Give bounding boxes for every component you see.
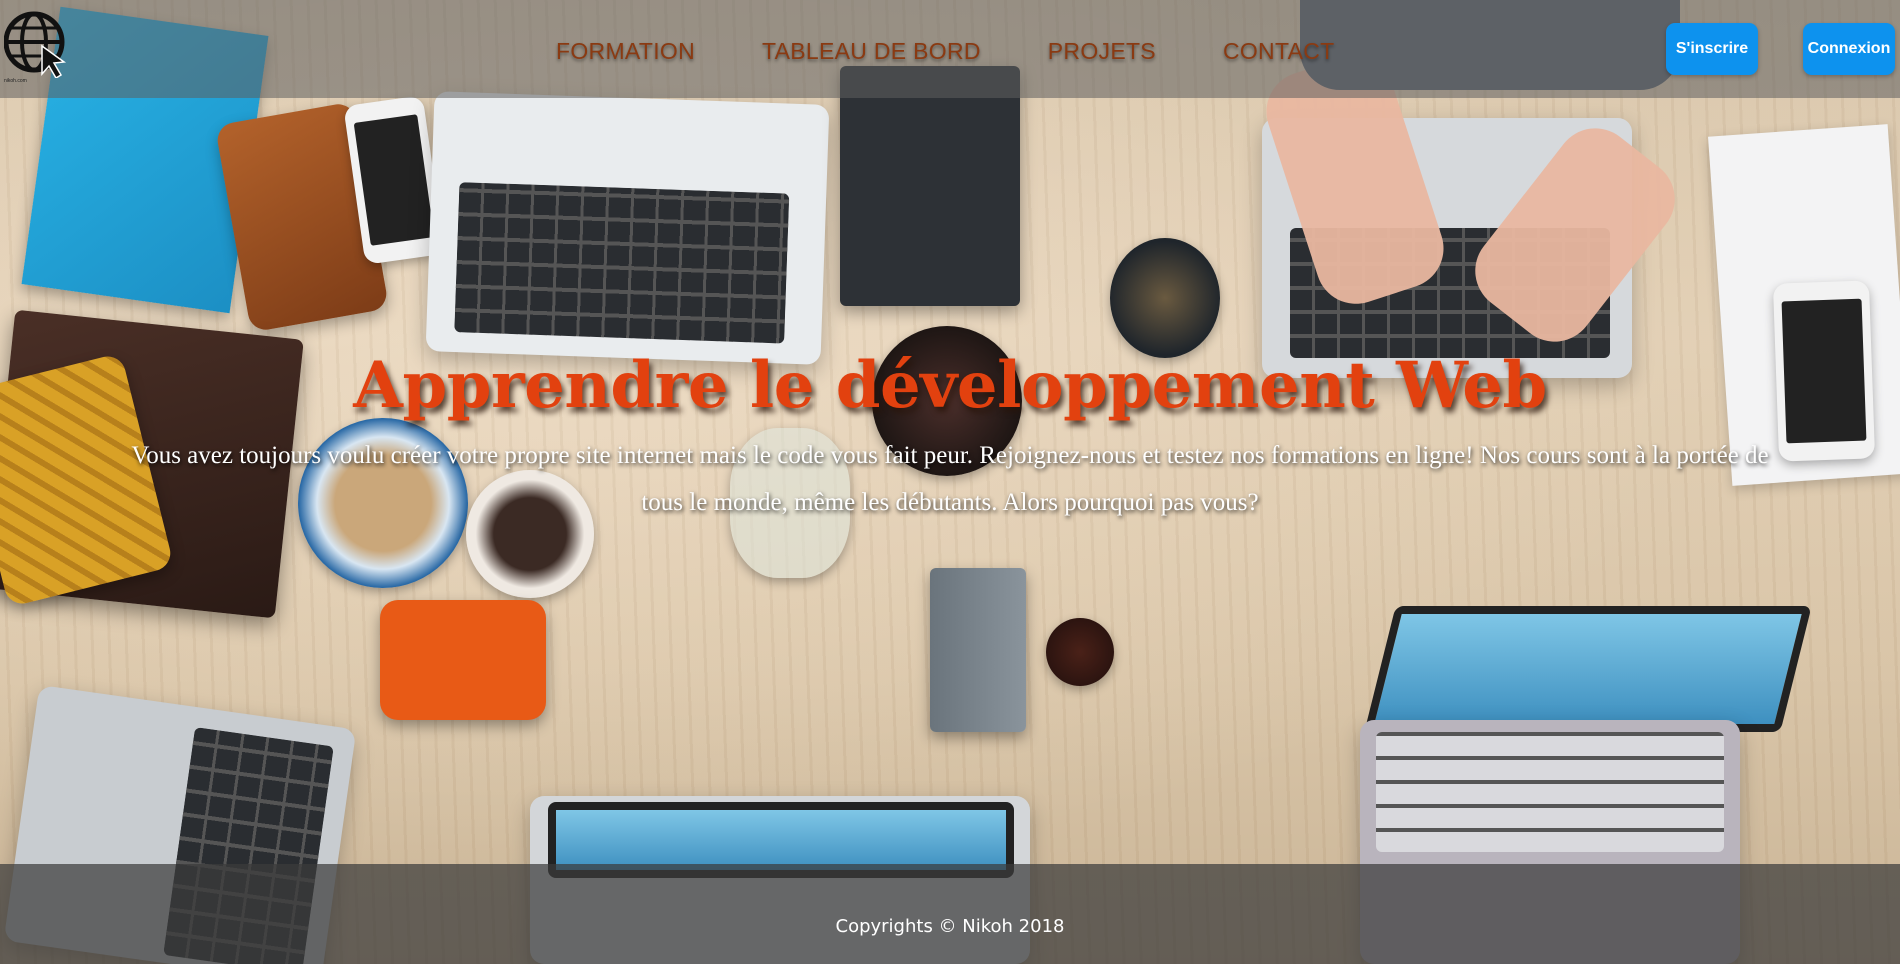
navbar: nikoh.com FORMATION TABLEAU DE BORD PROJ… — [0, 0, 1900, 98]
hero-title: Apprendre le développement Web — [353, 348, 1547, 423]
logo-caption: nikoh.com — [4, 78, 27, 84]
grey-drive-image — [930, 568, 1026, 732]
page: nikoh.com FORMATION TABLEAU DE BORD PROJ… — [0, 0, 1900, 964]
hero-text: Vous avez toujours voulu créer votre pro… — [131, 442, 1769, 516]
signup-button[interactable]: S'inscrire — [1666, 23, 1758, 75]
nav-links: FORMATION TABLEAU DE BORD PROJETS CONTAC… — [556, 38, 1402, 65]
dark-notebook-image — [840, 66, 1020, 306]
nav-link-formation[interactable]: FORMATION — [556, 38, 695, 65]
nav-link-projets[interactable]: PROJETS — [1048, 38, 1156, 65]
small-cup-image — [1046, 618, 1114, 686]
footer-copyright: Copyrights © Nikoh 2018 — [835, 916, 1065, 937]
login-button[interactable]: Connexion — [1803, 23, 1895, 75]
laptop-image — [425, 91, 830, 365]
nav-link-tableau-de-bord[interactable]: TABLEAU DE BORD — [762, 38, 981, 65]
tea-cup-image — [1110, 238, 1220, 358]
globe-cursor-icon[interactable] — [3, 8, 68, 80]
footer — [0, 864, 1900, 964]
nav-link-contact[interactable]: CONTACT — [1223, 38, 1335, 65]
orange-hard-drive-image — [380, 600, 546, 720]
laptop-screen-image — [1364, 606, 1812, 732]
